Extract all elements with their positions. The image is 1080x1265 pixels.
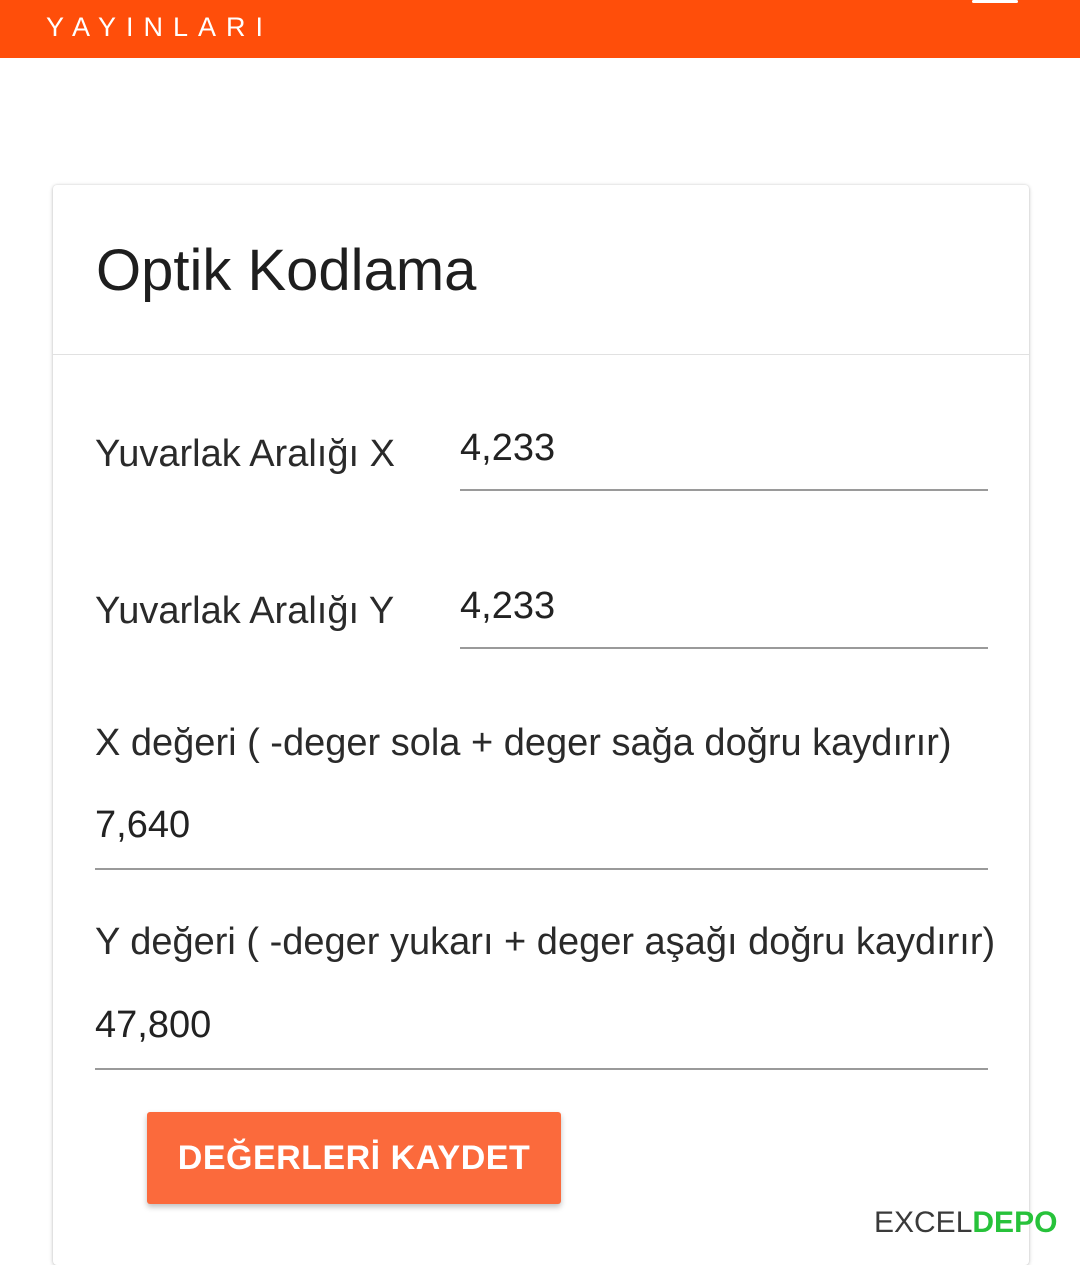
page-title: Optik Kodlama xyxy=(96,238,477,303)
spacing-y-label: Yuvarlak Aralığı Y xyxy=(95,590,395,632)
save-values-button[interactable]: DEĞERLERİ KAYDET xyxy=(147,1112,561,1204)
offset-y-label: Y değeri ( -deger yukarı + deger aşağı d… xyxy=(95,921,996,963)
offset-x-input[interactable] xyxy=(95,797,988,870)
optik-kodlama-card: Optik Kodlama Yuvarlak Aralığı X Yuvarla… xyxy=(53,185,1029,1265)
card-header: Optik Kodlama xyxy=(53,185,1029,355)
top-app-bar: YAYINLARI xyxy=(0,0,1080,58)
watermark-logo: EXCELDEPO xyxy=(874,1206,1080,1240)
watermark-text-excel: EXCEL xyxy=(874,1206,973,1239)
watermark-text-depo: DEPO xyxy=(972,1206,1058,1239)
offset-x-label: X değeri ( -deger sola + deger sağa doğr… xyxy=(95,722,952,764)
offset-y-input[interactable] xyxy=(95,997,988,1070)
spacing-x-label: Yuvarlak Aralığı X xyxy=(95,433,395,475)
spacing-x-input[interactable] xyxy=(460,421,988,491)
hamburger-menu-icon[interactable] xyxy=(972,0,1018,4)
brand-name: YAYINLARI xyxy=(46,12,274,42)
spacing-y-input[interactable] xyxy=(460,579,988,649)
